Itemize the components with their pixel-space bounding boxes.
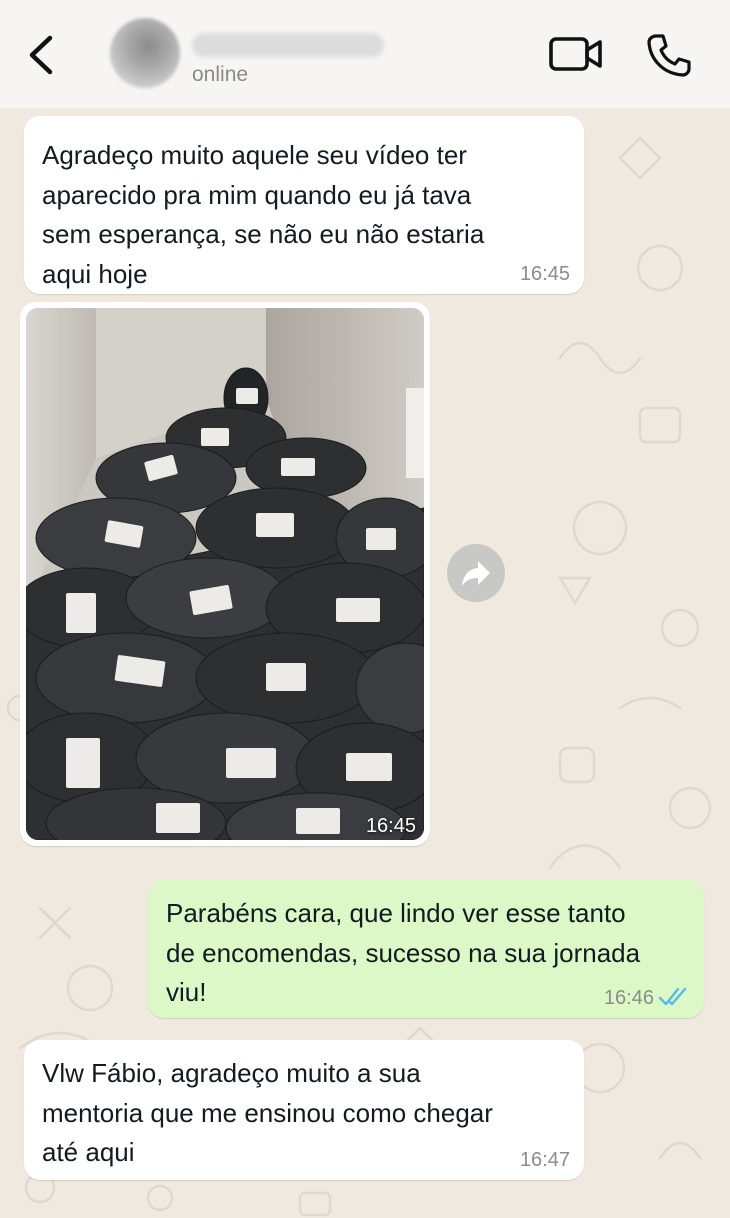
forward-button[interactable] (447, 544, 505, 602)
message-line: sem esperança, se não eu não estaria (42, 219, 485, 249)
phone-icon[interactable] (646, 32, 692, 78)
message-line: aqui hoje (42, 258, 148, 289)
photo-of-packages-icon (26, 308, 424, 840)
incoming-message-bubble[interactable]: Agradeço muito aquele seu vídeo ter apar… (24, 116, 584, 294)
incoming-message-bubble[interactable]: Vlw Fábio, agradeço muito a sua mentoria… (24, 1040, 584, 1180)
contact-name-blurred[interactable] (192, 33, 384, 57)
incoming-image-message[interactable]: 16:45 (20, 302, 430, 846)
avatar[interactable] (110, 18, 180, 88)
read-double-check-icon (658, 987, 687, 1006)
back-chevron-icon[interactable] (22, 30, 64, 80)
outgoing-message-bubble[interactable]: Parabéns cara, que lindo ver esse tanto … (148, 880, 704, 1018)
message-timestamp: 16:45 (519, 263, 570, 285)
message-line: aparecido pra mim quando eu já tava (42, 179, 472, 210)
message-line: Agradeço muito aquele seu vídeo ter (42, 140, 467, 170)
message-timestamp: 16:46 (603, 987, 654, 1009)
video-camera-icon[interactable] (548, 34, 604, 74)
message-line: de encomendas, sucesso na sua jornada (166, 937, 641, 968)
message-line: mentoria que me ensinou como chegar (42, 1097, 493, 1128)
contact-status: online (192, 63, 249, 86)
chat-header: online (0, 0, 730, 108)
message-line: até aqui (42, 1137, 135, 1167)
packages-photo[interactable] (26, 308, 424, 840)
message-line: Parabéns cara, que lindo ver esse tanto (166, 898, 626, 928)
message-line: Vlw Fábio, agradeço muito a sua (42, 1058, 421, 1088)
image-timestamp: 16:45 (365, 815, 416, 837)
forward-arrow-icon (462, 561, 490, 586)
message-timestamp: 16:47 (519, 1149, 570, 1171)
chat-area[interactable]: Agradeço muito aquele seu vídeo ter apar… (0, 108, 730, 1218)
